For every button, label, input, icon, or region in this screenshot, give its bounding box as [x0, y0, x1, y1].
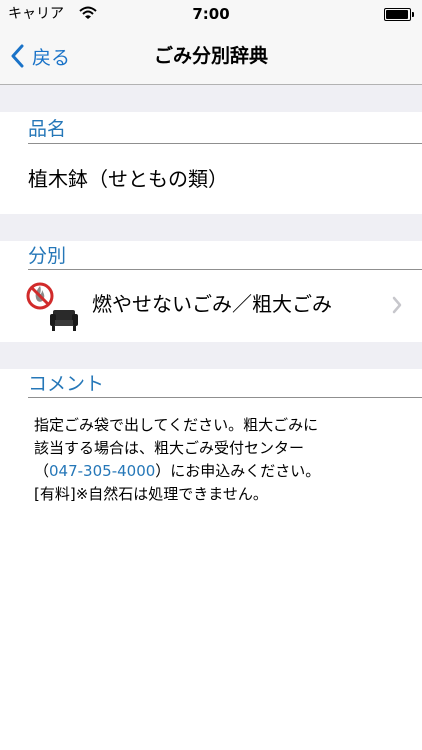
classification-header: 分別 [28, 245, 67, 267]
comment-header: コメント [28, 373, 105, 395]
phone-link[interactable]: 047-305-4000 [49, 462, 155, 480]
divider [28, 143, 422, 144]
comment-line: [有料]※自然石は処理できません。 [34, 485, 268, 503]
comment-text: 指定ごみ袋で出してください。粗大ごみに 該当する場合は、粗大ごみ受付センター （… [34, 414, 394, 506]
battery-icon [384, 8, 414, 21]
chevron-left-icon [11, 44, 24, 68]
status-bar: キャリア 7:00 [0, 0, 422, 28]
section-separator [0, 214, 422, 241]
chevron-right-icon [392, 296, 402, 314]
non-burnable-oversized-icon [26, 282, 78, 331]
back-button[interactable]: 戻る [10, 28, 70, 84]
item-name-header: 品名 [28, 118, 67, 140]
section-separator [0, 85, 422, 112]
classification-row[interactable]: 燃やせないごみ／粗大ごみ [0, 272, 422, 338]
clock: 7:00 [192, 5, 230, 23]
back-button-label: 戻る [32, 46, 71, 69]
divider [28, 269, 422, 270]
comment-line: 指定ごみ袋で出してください。粗大ごみに [34, 416, 319, 434]
divider [28, 397, 422, 398]
navigation-bar: 戻る ごみ分別辞典 [0, 28, 422, 85]
classification-value: 燃やせないごみ／粗大ごみ [92, 292, 332, 316]
item-name-value: 植木鉢（せともの類） [28, 167, 228, 191]
comment-line: 該当する場合は、粗大ごみ受付センター [34, 439, 305, 457]
section-separator [0, 342, 422, 369]
comment-line: （047-305-4000）にお申込みください。 [34, 462, 321, 480]
